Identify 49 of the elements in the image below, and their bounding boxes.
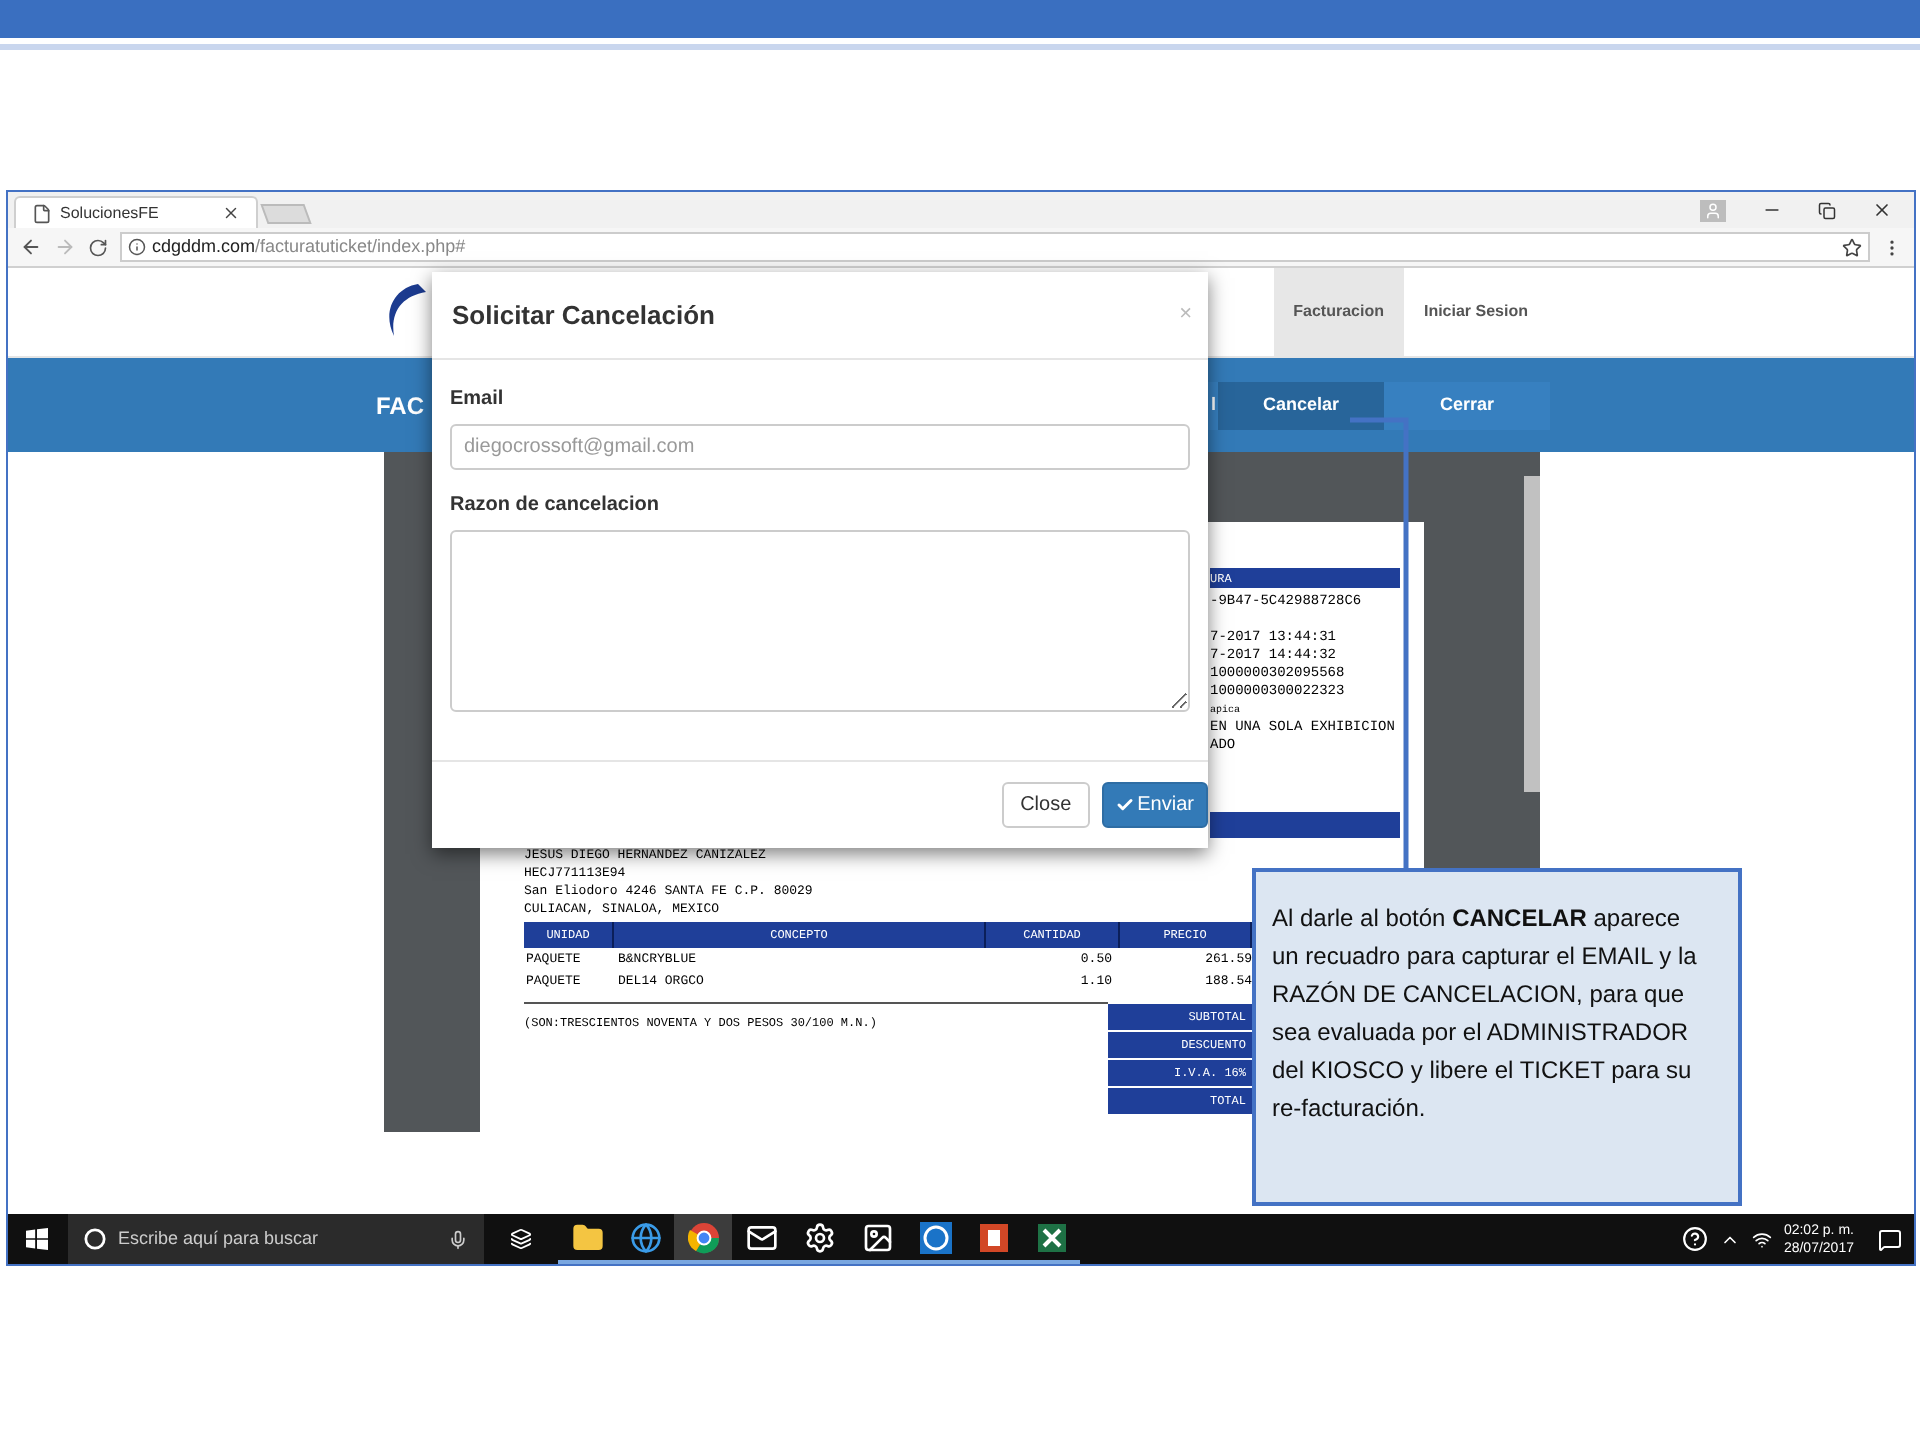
notification-icon[interactable]: [1878, 1227, 1902, 1251]
mail-icon: [745, 1221, 777, 1253]
check-icon: [1115, 796, 1134, 814]
back-icon[interactable]: [20, 236, 42, 258]
help-icon[interactable]: [1681, 1226, 1708, 1252]
microphone-icon[interactable]: [448, 1229, 468, 1249]
taskbar-app-button[interactable]: [674, 1214, 732, 1264]
banner-button[interactable]: Cancelar: [1218, 381, 1384, 429]
user-icon: [1704, 201, 1722, 219]
round-logo-icon: [687, 1221, 719, 1253]
browser-tab[interactable]: SolucionesFE: [14, 196, 258, 228]
field-label: Email: [450, 386, 506, 414]
banner-button[interactable]: Cerrar: [1384, 381, 1550, 429]
nav-link[interactable]: Facturacion: [1273, 268, 1404, 356]
info-icon: [128, 238, 146, 256]
url-path: /facturatuticket/index.php#: [255, 233, 466, 260]
send-button[interactable]: Enviar: [1101, 782, 1208, 828]
restore-icon[interactable]: [1818, 201, 1836, 219]
spreadsheet-icon: [1035, 1221, 1067, 1253]
browser-icon: [629, 1221, 661, 1253]
close-window-icon[interactable]: [1872, 200, 1892, 220]
url-host: cdgddm.com: [152, 233, 256, 260]
logo-icon: [386, 284, 426, 336]
folder-icon: [571, 1221, 603, 1253]
search-box[interactable]: Escribe aquí para buscar: [68, 1214, 484, 1264]
search-circle-icon: [84, 1228, 106, 1250]
scrollbar[interactable]: [1524, 476, 1540, 792]
wifi-icon[interactable]: [1751, 1229, 1772, 1249]
field-label: Razon de cancelacion: [450, 492, 661, 520]
reload-icon[interactable]: [88, 237, 108, 257]
document-icon: [977, 1221, 1009, 1253]
page-icon: [32, 203, 52, 223]
email-field[interactable]: diegocrossoft@gmail.com: [450, 424, 1190, 470]
tab-title: SolucionesFE: [60, 201, 161, 225]
reason-field[interactable]: [450, 530, 1190, 712]
close-icon[interactable]: [222, 204, 240, 222]
circle-logo-icon: [919, 1221, 951, 1253]
nav-link[interactable]: Iniciar Sesion: [1403, 268, 1548, 356]
windows-logo-icon[interactable]: [26, 1228, 48, 1250]
dialog-title: Solicitar Cancelación: [452, 297, 715, 334]
callout-text: Al darle al botón CANCELAR aparece un recuadro para capturar el EMAIL y la RAZÓN DE CANCELACION, para que sea evaluada por el ADMINISTRADOR del KIOSCO y libere el TICKET para su re-facturación.: [1272, 902, 1699, 1126]
close-dialog-button[interactable]: Close: [1002, 782, 1090, 828]
banner-title: FAC: [376, 389, 424, 423]
image-icon: [861, 1221, 893, 1253]
search-placeholder: Escribe aquí para buscar: [118, 1225, 321, 1252]
url-field[interactable]: cdgddm.com/facturatuticket/index.php#: [120, 232, 1870, 262]
settings-icon: [803, 1221, 835, 1253]
task-view-icon[interactable]: [510, 1228, 532, 1250]
bookmark-star-icon[interactable]: [1842, 237, 1862, 257]
